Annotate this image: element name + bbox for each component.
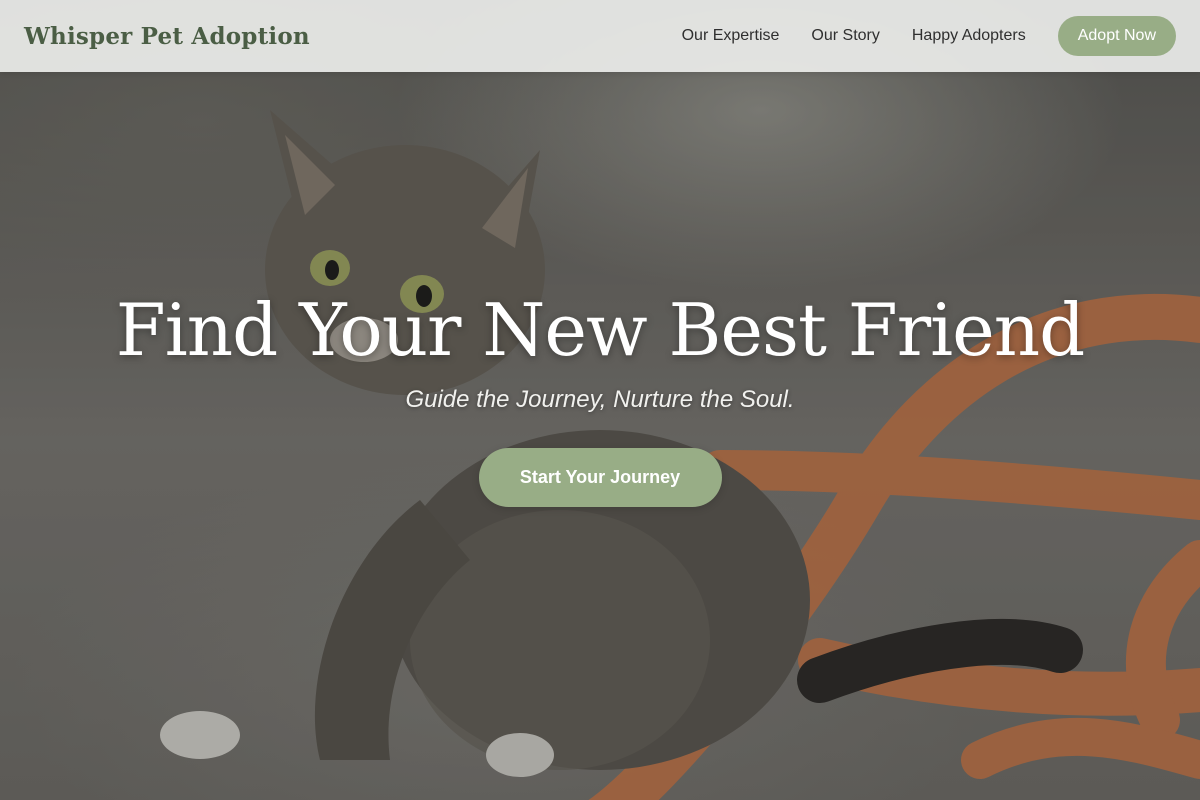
hero-subtitle: Guide the Journey, Nurture the Soul. (405, 386, 795, 413)
nav-link-happy-adopters[interactable]: Happy Adopters (912, 27, 1026, 45)
nav-link-our-story[interactable]: Our Story (811, 27, 879, 45)
nav-links: Our Expertise Our Story Happy Adopters A… (650, 16, 1176, 56)
adopt-now-button[interactable]: Adopt Now (1057, 16, 1176, 56)
brand-logo-text[interactable]: Whisper Pet Adoption (24, 23, 310, 50)
hero-title: Find Your New Best Friend (115, 288, 1086, 372)
nav-link-our-expertise[interactable]: Our Expertise (682, 27, 780, 45)
hero-content: Find Your New Best Friend Guide the Jour… (0, 282, 1200, 507)
start-journey-button[interactable]: Start Your Journey (478, 448, 722, 507)
top-navbar: Whisper Pet Adoption Our Expertise Our S… (0, 0, 1200, 72)
